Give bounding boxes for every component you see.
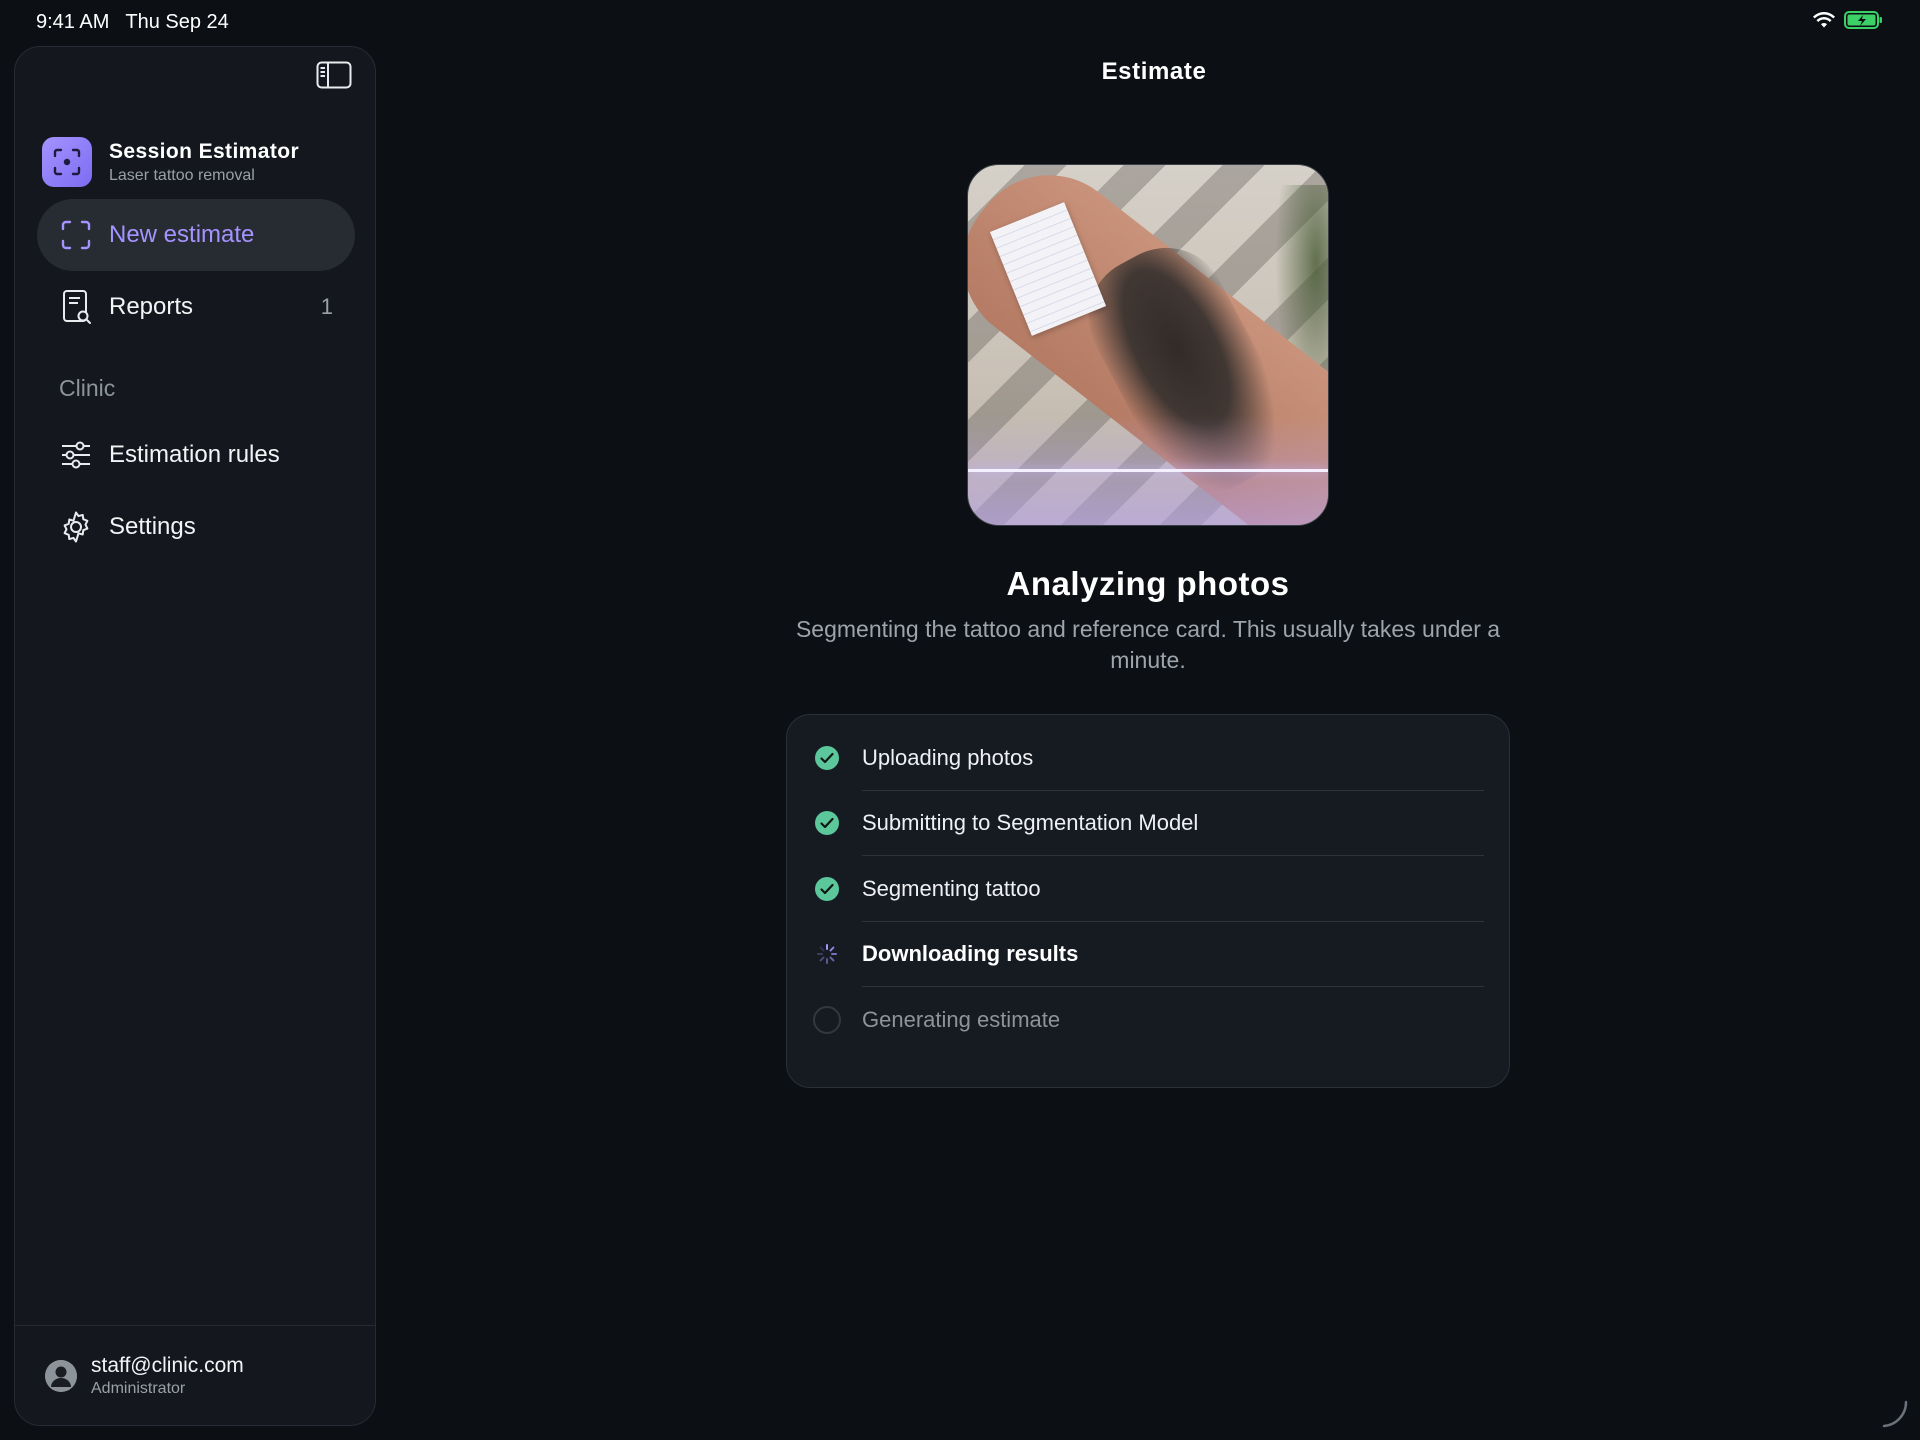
step-downloading-results: Downloading results (812, 922, 1484, 987)
avatar-icon (45, 1359, 77, 1392)
gear-icon (59, 510, 93, 544)
user-account[interactable]: staff@clinic.com Administrator (15, 1325, 375, 1425)
check-circle-icon (812, 874, 842, 904)
brand-logo-icon (42, 137, 92, 187)
reports-count-badge: 1 (320, 294, 333, 319)
section-label-clinic: Clinic (59, 375, 116, 401)
sidebar-item-estimation-rules[interactable]: Estimation rules (37, 419, 355, 491)
sidebar-item-label: Estimation rules (109, 441, 280, 468)
tattoo-photo-preview (967, 164, 1329, 526)
status-time: 9:41 AM (36, 10, 110, 33)
analyzing-heading: Analyzing photos (1006, 565, 1290, 602)
sidebar-item-label: Reports (109, 293, 194, 320)
status-bar: 9:41 AM Thu Sep 24 (0, 0, 1920, 44)
step-generating-estimate: Generating estimate (812, 987, 1484, 1053)
step-segmenting-tattoo: Segmenting tattoo (812, 856, 1484, 922)
status-date: Thu Sep 24 (125, 10, 229, 33)
user-email: staff@clinic.com (91, 1353, 244, 1377)
sidebar-item-new-estimate[interactable]: New estimate (37, 199, 355, 271)
brand-subtitle: Laser tattoo removal (109, 166, 255, 184)
battery-icon (1844, 10, 1884, 35)
step-submitting-to-model: Submitting to Segmentation Model (812, 791, 1484, 856)
check-circle-icon (812, 743, 842, 773)
sidebar: Session Estimator Laser tattoo removal N… (14, 46, 376, 1426)
sidebar-toggle-button[interactable] (315, 61, 353, 93)
step-label: Submitting to Segmentation Model (862, 810, 1199, 836)
status-time-date: 9:41 AM Thu Sep 24 (36, 11, 229, 34)
user-role: Administrator (91, 1379, 186, 1397)
scan-icon (59, 218, 93, 252)
analyzing-description: Segmenting the tattoo and reference card… (795, 616, 1501, 673)
step-label: Downloading results (862, 941, 1079, 967)
brand: Session Estimator Laser tattoo removal (42, 137, 299, 187)
sidebar-item-reports[interactable]: Reports 1 (37, 271, 355, 343)
spinner-icon (812, 939, 842, 969)
empty-circle-icon (812, 1005, 842, 1035)
sidebar-icon (316, 61, 352, 94)
report-icon (59, 290, 93, 324)
status-icons (1812, 10, 1884, 35)
scan-line (968, 469, 1328, 472)
sidebar-item-label: Settings (109, 513, 196, 540)
brand-title: Session Estimator (109, 139, 300, 163)
activity-indicator-icon (1878, 1398, 1910, 1430)
page-title: Estimate (1101, 58, 1207, 85)
sidebar-item-label: New estimate (109, 221, 255, 248)
check-circle-icon (812, 808, 842, 838)
sliders-icon (59, 438, 93, 472)
wifi-icon (1812, 11, 1836, 34)
step-label: Uploading photos (862, 744, 1034, 770)
step-label: Generating estimate (862, 1006, 1061, 1032)
progress-steps-card: Uploading photos Submitting to Segmentat… (786, 714, 1510, 1088)
step-label: Segmenting tattoo (862, 875, 1041, 901)
sidebar-item-settings[interactable]: Settings (37, 491, 355, 563)
step-uploading-photos: Uploading photos (812, 725, 1484, 791)
